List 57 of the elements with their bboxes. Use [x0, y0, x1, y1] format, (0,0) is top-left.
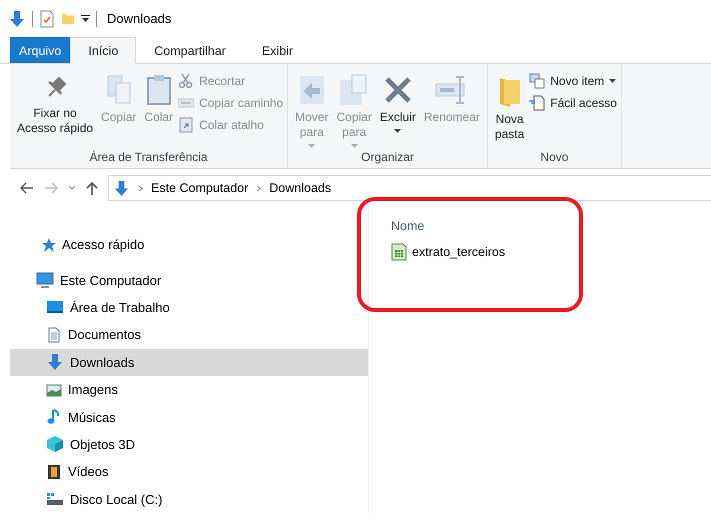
- down-arrow-icon: [113, 180, 130, 196]
- forward-arrow-icon: [44, 182, 58, 194]
- back-arrow-icon: [20, 182, 34, 194]
- music-note-icon: [46, 409, 62, 426]
- film-icon: [46, 464, 62, 480]
- dropdown-icon: [81, 14, 90, 22]
- ribbon-button[interactable]: Fácil acesso: [529, 95, 617, 111]
- chevron-right-icon: [256, 184, 262, 192]
- down-arrow-icon: [8, 10, 26, 28]
- breadcrumb[interactable]: Downloads: [269, 181, 332, 195]
- up-arrow-icon: [86, 181, 98, 195]
- window-title: Downloads: [107, 11, 172, 26]
- star-icon: [40, 236, 56, 253]
- ribbon-button[interactable]: Novo item: [529, 73, 617, 89]
- clipboard-icon: [144, 74, 173, 106]
- breadcrumb[interactable]: Este Computador: [151, 181, 248, 195]
- sidebar-item[interactable]: Área de Trabalho: [10, 294, 368, 322]
- caret-icon: [350, 144, 358, 148]
- desktop-icon: [46, 299, 64, 316]
- file-row[interactable]: extrato_terceiros: [391, 243, 711, 261]
- sidebar-item[interactable]: Imagens: [10, 376, 368, 404]
- caret-icon: [394, 129, 402, 133]
- document-icon: [46, 326, 62, 343]
- sidebar-item[interactable]: Objetos 3D: [10, 430, 368, 458]
- properties-icon: [39, 10, 55, 28]
- ribbon-button[interactable]: Fixar no Acesso rápido: [14, 68, 96, 148]
- ribbon-tab[interactable]: Arquivo: [10, 37, 70, 63]
- caret-icon: [609, 79, 616, 83]
- sidebar-item[interactable]: Músicas: [10, 403, 368, 431]
- group-label: Novo: [539, 149, 570, 166]
- down-arrow-icon: [46, 353, 64, 372]
- group-label: Organizar: [360, 149, 415, 166]
- chevron-down-icon: [68, 185, 76, 191]
- column-header[interactable]: Nome: [391, 219, 711, 233]
- drive-icon: [46, 491, 64, 508]
- address-bar[interactable]: Este Computador Downloads: [108, 175, 711, 201]
- chevron-right-icon: [138, 184, 143, 192]
- sidebar-item[interactable]: Vídeos: [10, 458, 368, 486]
- scissors-icon: [178, 73, 194, 89]
- copy-icon: [104, 74, 133, 106]
- picture-icon: [46, 382, 62, 398]
- easy-access-icon: [529, 95, 546, 111]
- sidebar-item[interactable]: Este Computador: [10, 266, 368, 294]
- monitor-icon: [36, 272, 54, 288]
- sidebar-item[interactable]: Acesso rápido: [10, 231, 368, 258]
- cube-icon: [46, 435, 64, 454]
- group-label: Área de Transferência: [88, 149, 209, 166]
- shortcut-icon: [178, 117, 194, 133]
- sidebar-item[interactable]: Documentos: [10, 321, 368, 349]
- ribbon-tab[interactable]: Início: [70, 37, 136, 64]
- new-item-icon: [529, 73, 546, 89]
- ribbon-button[interactable]: Excluir: [376, 68, 419, 148]
- ribbon-button[interactable]: Nova pasta: [492, 68, 528, 148]
- caret-icon: [308, 144, 316, 148]
- sidebar-item[interactable]: Downloads: [10, 348, 368, 376]
- sidebar-item[interactable]: Disco Local (C:): [10, 486, 368, 513]
- spreadsheet-icon: [391, 243, 407, 261]
